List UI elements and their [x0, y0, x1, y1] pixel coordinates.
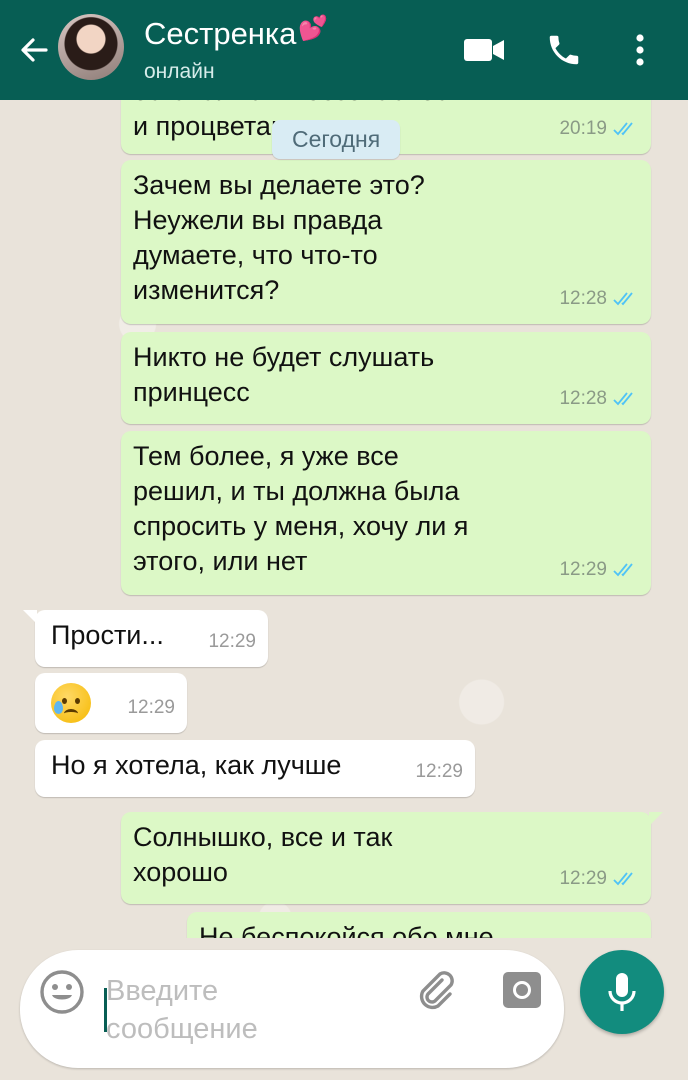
message-input[interactable]: Введите сообщение: [106, 972, 258, 1048]
chat-header: Сестренка💕 онлайн: [0, 0, 688, 100]
double-check-icon: [613, 562, 633, 576]
contact-status: онлайн: [144, 60, 215, 83]
message-time: 12:29: [559, 868, 607, 889]
message-bubble-incoming[interactable]: Но я хотела, как лучше 12:29: [35, 740, 475, 797]
message-meta: 20:19: [559, 111, 639, 146]
message-bubble-outgoing[interactable]: Никто не будет слушать принцесс 12:28: [121, 332, 651, 424]
message-bubble-outgoing[interactable]: Зачем вы делаете это? Неужели вы правда …: [121, 160, 651, 324]
message-list[interactable]: оставались в безопасности и процветания …: [0, 100, 688, 938]
message-meta: 12:29: [559, 861, 639, 896]
camera-icon[interactable]: [498, 966, 546, 1014]
message-time: 12:29: [208, 631, 256, 652]
video-call-icon[interactable]: [460, 26, 508, 74]
heart-emoji-icon: 💕: [298, 15, 329, 42]
more-options-icon[interactable]: [616, 26, 664, 74]
message-meta: 12:29: [559, 929, 639, 938]
message-time: 12:28: [559, 388, 607, 409]
double-check-icon: [613, 291, 633, 305]
message-bubble-outgoing[interactable]: Солнышко, все и так хорошо 12:29: [121, 812, 663, 904]
message-meta: 12:29: [415, 754, 463, 789]
message-text-partial: оставались в безопасности: [121, 100, 651, 109]
double-check-icon: [613, 121, 633, 135]
message-meta: 12:28: [559, 281, 639, 316]
message-time: 12:28: [559, 288, 607, 309]
contact-name-text: Сестренка: [144, 16, 297, 51]
attachment-icon[interactable]: [412, 966, 460, 1014]
message-bubble-incoming[interactable]: 12:29: [35, 673, 187, 733]
message-time: 12:29: [559, 559, 607, 580]
double-check-icon: [613, 871, 633, 885]
emoji-picker-icon[interactable]: [38, 968, 86, 1016]
message-time: 12:29: [127, 697, 175, 718]
message-compose-bar[interactable]: Введите сообщение: [20, 950, 564, 1068]
date-chip: Сегодня: [272, 120, 401, 159]
bubble-tail: [23, 610, 37, 624]
double-check-icon: [613, 391, 633, 405]
contact-name[interactable]: Сестренка💕: [144, 14, 328, 52]
message-bubble-outgoing[interactable]: Не беспокойся обо мне 12:29: [187, 912, 651, 938]
message-bubble-outgoing[interactable]: Тем более, я уже все решил, и ты должна …: [121, 431, 651, 595]
bubble-tail: [649, 812, 663, 826]
message-time: 20:19: [559, 118, 607, 139]
message-bubble-incoming[interactable]: Прости... 12:29: [23, 610, 268, 667]
message-meta: 12:29: [208, 624, 256, 659]
message-meta: 12:28: [559, 381, 639, 416]
sad-but-relieved-face-icon: [51, 683, 91, 723]
message-time: 12:29: [415, 761, 463, 782]
message-meta: 12:29: [559, 552, 639, 587]
phone-call-icon[interactable]: [540, 26, 588, 74]
avatar[interactable]: [58, 14, 124, 80]
message-time: 12:29: [559, 929, 607, 938]
message-text: Но я хотела, как лучше: [51, 750, 342, 780]
voice-record-button[interactable]: [580, 950, 664, 1034]
microphone-icon: [608, 973, 636, 1011]
message-meta: 12:29: [127, 690, 175, 725]
back-arrow-icon[interactable]: [14, 30, 54, 70]
